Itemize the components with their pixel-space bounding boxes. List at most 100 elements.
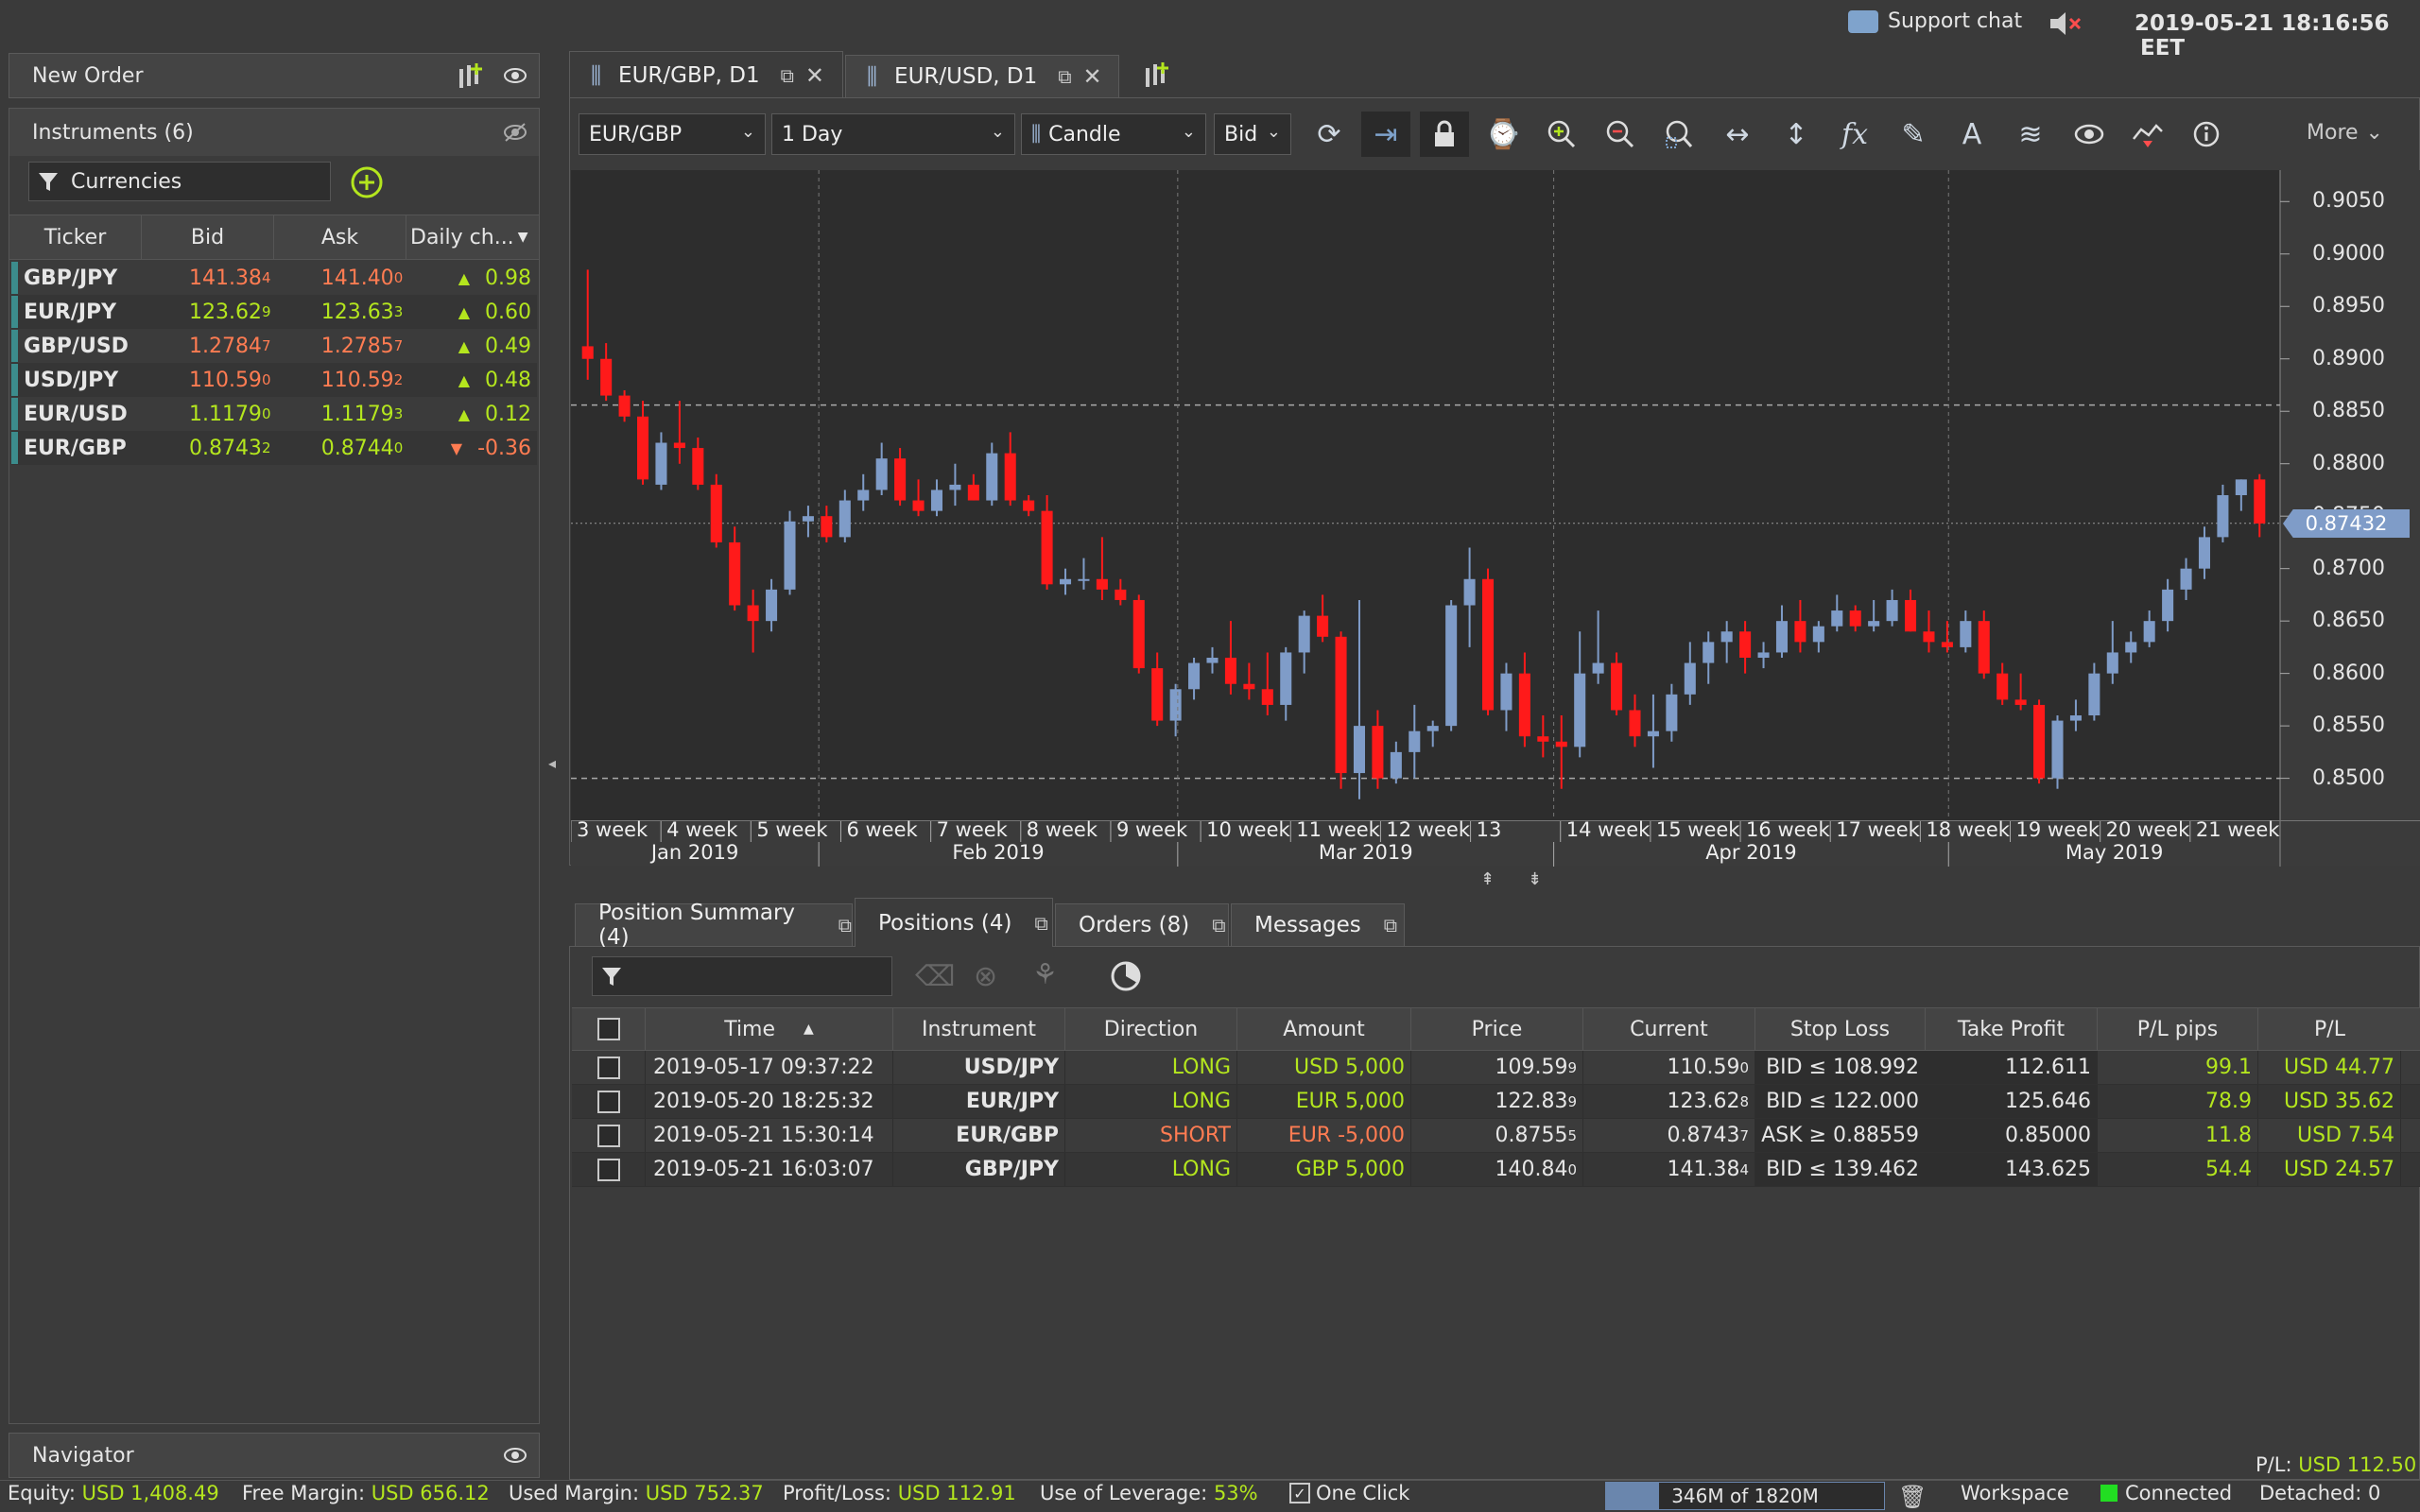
tab-messages[interactable]: Messages ⧉: [1231, 903, 1405, 947]
chart-tab-eurgbp[interactable]: ⫼ EUR/GBP, D1 ⧉ ✕: [569, 51, 843, 98]
close-icon[interactable]: ✕: [805, 62, 824, 89]
sound-mute-icon[interactable]: [2047, 9, 2084, 38]
navigator-panel[interactable]: Navigator: [9, 1433, 540, 1478]
bid-cell[interactable]: 110.59 0: [150, 363, 283, 397]
row-checkbox[interactable]: [596, 1124, 620, 1147]
add-chart-icon[interactable]: [1142, 60, 1174, 89]
take-profit-cell[interactable]: 125.646: [1926, 1085, 2098, 1118]
info-icon[interactable]: [2182, 112, 2231, 157]
indicators-icon[interactable]: fx: [1830, 112, 1879, 157]
take-profit-cell[interactable]: 143.625: [1926, 1153, 2098, 1186]
instrument-row[interactable]: EUR/USD 1.1179 0 1.1179 3 ▲ 0.12: [11, 397, 537, 431]
zoom-out-icon[interactable]: [1596, 112, 1645, 157]
stretch-vertical-icon[interactable]: ↕: [1772, 112, 1821, 157]
workspace-button[interactable]: Workspace: [1961, 1482, 2069, 1504]
zoom-time-icon[interactable]: ⌚: [1478, 112, 1528, 157]
zoom-area-icon[interactable]: [1654, 112, 1703, 157]
bid-cell[interactable]: 0.8743 2: [150, 431, 283, 465]
detach-icon[interactable]: ⧉: [838, 914, 852, 936]
stop-loss-cell[interactable]: BID ≤ 108.992: [1755, 1051, 1926, 1084]
bid-cell[interactable]: 141.38 4: [150, 261, 283, 295]
ask-cell[interactable]: 1.1179 3: [282, 397, 414, 431]
bid-cell[interactable]: 1.2784 7: [150, 329, 283, 363]
candlestick-chart[interactable]: [571, 170, 2420, 820]
add-chart-icon[interactable]: [456, 61, 488, 90]
tab-position-summary[interactable]: Position Summary (4) ⧉: [575, 901, 853, 950]
lock-icon[interactable]: [1420, 112, 1469, 157]
col-daily-change[interactable]: Daily ch... ▼: [406, 215, 539, 259]
col-stop-loss[interactable]: Stop Loss: [1755, 1008, 1926, 1050]
pie-chart-icon[interactable]: [1110, 960, 1142, 992]
expand-down-icon[interactable]: ⇟: [1528, 869, 1542, 889]
col-ask[interactable]: Ask: [274, 215, 406, 259]
eye-icon[interactable]: [2065, 112, 2114, 157]
detach-icon[interactable]: ⧉: [781, 64, 794, 87]
take-profit-cell[interactable]: 112.611: [1926, 1051, 2098, 1084]
new-order-panel[interactable]: New Order: [9, 53, 540, 98]
position-row[interactable]: 2019-05-21 16:03:07 GBP/JPY LONG GBP 5,000 1…: [572, 1153, 2420, 1187]
layers-icon[interactable]: ≋: [2006, 112, 2055, 157]
row-checkbox[interactable]: [596, 1158, 620, 1181]
ask-cell[interactable]: 123.63 3: [282, 295, 414, 329]
stop-loss-cell[interactable]: ASK ≥ 0.88559: [1755, 1119, 1926, 1152]
col-current[interactable]: Current: [1583, 1008, 1755, 1050]
pencil-icon[interactable]: ✎: [1889, 112, 1938, 157]
select-all-checkbox[interactable]: [596, 1018, 620, 1040]
col-bid[interactable]: Bid: [142, 215, 274, 259]
trash-icon[interactable]: 🗑: [1898, 1484, 1927, 1510]
instrument-row[interactable]: EUR/JPY 123.62 9 123.63 3 ▲ 0.60: [11, 295, 537, 329]
col-direction[interactable]: Direction: [1065, 1008, 1237, 1050]
instrument-select[interactable]: EUR/GBP ⌄: [579, 113, 766, 155]
position-row[interactable]: 2019-05-17 09:37:22 USD/JPY LONG USD 5,000 1…: [572, 1051, 2420, 1085]
col-take-profit[interactable]: Take Profit: [1926, 1008, 2098, 1050]
merge-icon[interactable]: ⚘: [1032, 958, 1058, 991]
stretch-horizontal-icon[interactable]: ↔: [1713, 112, 1762, 157]
col-time[interactable]: Time ▲: [646, 1008, 893, 1050]
more-menu[interactable]: More ⌄: [2307, 121, 2383, 145]
col-ticker[interactable]: Ticker: [9, 215, 142, 259]
detach-icon[interactable]: ⧉: [1058, 65, 1071, 88]
period-select[interactable]: 1 Day ⌄: [771, 113, 1015, 155]
detach-icon[interactable]: ⧉: [1212, 914, 1225, 936]
expand-up-icon[interactable]: ⇞: [1480, 869, 1495, 889]
instrument-row[interactable]: GBP/USD 1.2784 7 1.2785 7 ▲ 0.49: [11, 329, 537, 363]
ask-cell[interactable]: 0.8744 0: [282, 431, 414, 465]
zoom-in-icon[interactable]: [1537, 112, 1586, 157]
ask-cell[interactable]: 110.59 2: [282, 363, 414, 397]
col-instrument[interactable]: Instrument: [893, 1008, 1065, 1050]
take-profit-cell[interactable]: 0.85000: [1926, 1119, 2098, 1152]
hide-eye-icon[interactable]: [503, 122, 527, 143]
instrument-row[interactable]: EUR/GBP 0.8743 2 0.8744 0 ▼ -0.36: [11, 431, 537, 465]
chart-tab-eurusd[interactable]: ⫼ EUR/USD, D1 ⧉ ✕: [845, 55, 1119, 98]
ask-cell[interactable]: 141.40 0: [282, 261, 414, 295]
bid-cell[interactable]: 1.1179 0: [150, 397, 283, 431]
tab-orders[interactable]: Orders (8) ⧉: [1055, 903, 1229, 947]
currency-filter[interactable]: Currencies: [28, 162, 331, 201]
close-position-icon[interactable]: ⌫: [915, 960, 955, 993]
col-amount[interactable]: Amount: [1237, 1008, 1411, 1050]
one-click-toggle[interactable]: ✓ One Click: [1289, 1482, 1409, 1504]
collapse-left-icon[interactable]: ◂: [548, 754, 556, 772]
col-price[interactable]: Price: [1411, 1008, 1583, 1050]
bid-cell[interactable]: 123.62 9: [150, 295, 283, 329]
one-click-checkbox[interactable]: ✓: [1289, 1483, 1310, 1503]
chart-canvas[interactable]: [571, 170, 2420, 820]
tab-positions[interactable]: Positions (4) ⧉: [855, 898, 1053, 947]
alerts-icon[interactable]: [2123, 112, 2172, 157]
instrument-row[interactable]: USD/JPY 110.59 0 110.59 2 ▲ 0.48: [11, 363, 537, 397]
text-tool-icon[interactable]: A: [1947, 112, 1996, 157]
ask-cell[interactable]: 1.2785 7: [282, 329, 414, 363]
refresh-icon[interactable]: ⟳: [1305, 112, 1354, 157]
add-instrument-icon[interactable]: [350, 165, 384, 199]
eye-icon[interactable]: [503, 65, 527, 86]
positions-filter-input[interactable]: [592, 956, 892, 996]
position-row[interactable]: 2019-05-20 18:25:32 EUR/JPY LONG EUR 5,000 1…: [572, 1085, 2420, 1119]
close-icon[interactable]: ✕: [1083, 63, 1102, 90]
row-checkbox[interactable]: [596, 1056, 620, 1079]
instrument-row[interactable]: GBP/JPY 141.38 4 141.40 0 ▲ 0.98: [11, 261, 537, 295]
detach-icon[interactable]: ⧉: [1384, 914, 1397, 936]
row-checkbox[interactable]: [596, 1090, 620, 1113]
col-pl-pips[interactable]: P/L pips: [2098, 1008, 2258, 1050]
side-select[interactable]: Bid ⌄: [1214, 113, 1291, 155]
position-row[interactable]: 2019-05-21 15:30:14 EUR/GBP SHORT EUR -5,00…: [572, 1119, 2420, 1153]
